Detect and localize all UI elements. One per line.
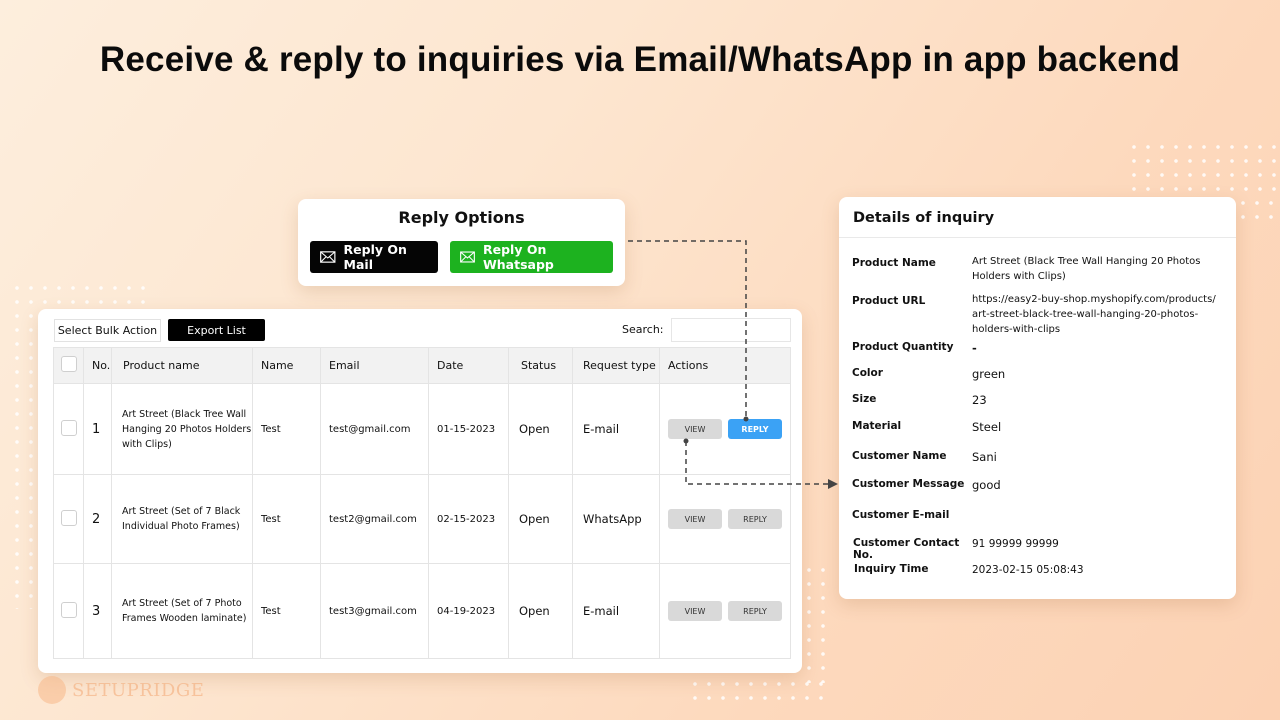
connector-dot — [683, 438, 689, 444]
logo-mark-icon — [38, 676, 66, 704]
connector-dot — [743, 416, 749, 422]
arrow-head-icon — [828, 479, 838, 489]
connector-lines — [628, 240, 838, 489]
brand-name: SETUPRIDGE — [72, 679, 205, 701]
brand-logo: SETUPRIDGE — [38, 676, 204, 704]
connector-reply-options-to-reply — [628, 240, 747, 419]
connector-view-to-details — [685, 441, 828, 485]
